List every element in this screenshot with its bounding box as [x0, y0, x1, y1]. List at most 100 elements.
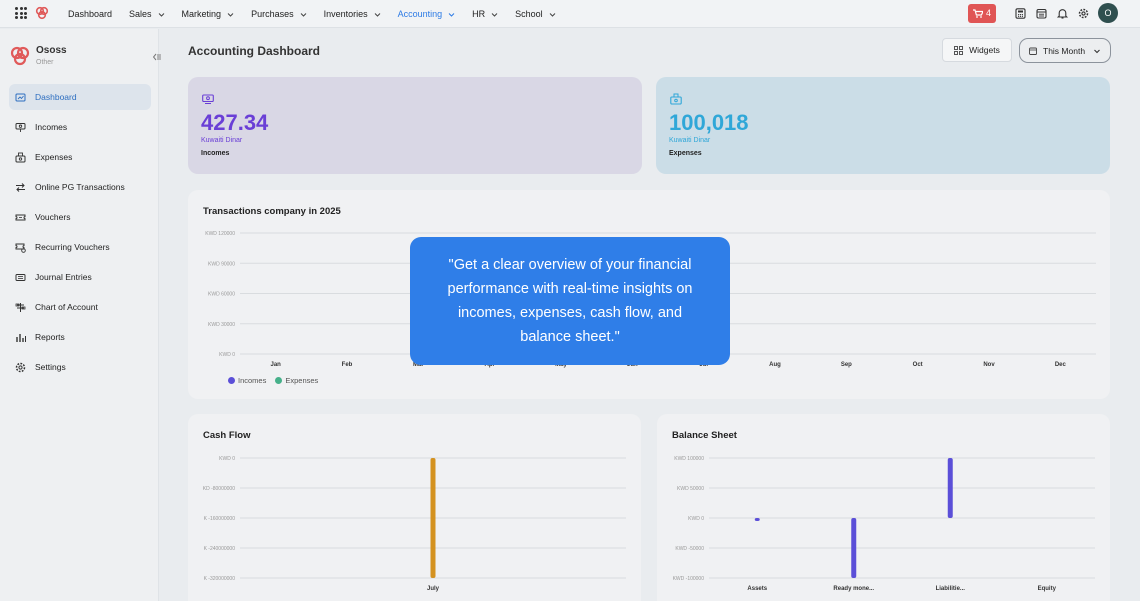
chart-of-account-icon [15, 302, 26, 312]
nav-item-label: Marketing [181, 9, 222, 19]
nav-item-label: Inventories [323, 9, 368, 19]
sidebar-item-journal-entries[interactable]: Journal Entries [9, 264, 151, 290]
expenses-icon [15, 152, 26, 162]
bar-balance-readymone [851, 518, 857, 578]
sidebar-item-reports[interactable]: Reports [9, 324, 151, 350]
sidebar-item-label: Settings [35, 362, 66, 372]
y-tick-label: KWD 90000 [208, 261, 235, 267]
sidebar-item-label: Dashboard [35, 92, 77, 102]
bell-icon[interactable] [1057, 8, 1068, 19]
sidebar-item-label: Reports [35, 332, 65, 342]
sidebar-item-label: Online PG Transactions [35, 182, 125, 192]
sidebar-item-expenses[interactable]: Expenses [9, 144, 151, 170]
y-tick-label: KWD 0 [688, 516, 704, 522]
legend-expenses[interactable]: Expenses [275, 376, 318, 385]
register-icon [670, 93, 682, 105]
sidebar-item-settings[interactable]: Settings [9, 354, 151, 380]
sidebar-item-label: Expenses [35, 152, 73, 162]
cash-flow-chart: KWD 0 KD -80000000 K -160000000 K -24000000… [203, 456, 626, 592]
legend-incomes-swatch [228, 377, 235, 384]
bar-balance-assets [754, 518, 760, 521]
nav-item-label: Dashboard [68, 9, 113, 19]
nav-item-accounting[interactable]: Accounting [398, 9, 456, 19]
y-tick-label: KWD 120000 [205, 231, 235, 237]
dashboard-icon [15, 93, 26, 101]
top-right-controls: 4 O [967, 3, 1118, 23]
legend-expenses-label: Expenses [285, 376, 319, 385]
nav-item-purchases[interactable]: Purchases [251, 9, 307, 19]
sidebar-item-vouchers[interactable]: Vouchers [9, 204, 151, 230]
expenses-card[interactable]: 100,018 Kuwaiti Dinar Expenses [656, 77, 1110, 174]
sidebar-item-chart-of-account[interactable]: Chart of Account [9, 294, 151, 320]
x-tick-label: Dec [1055, 362, 1067, 368]
money-icon [202, 94, 214, 104]
gear-icon[interactable] [1078, 8, 1089, 19]
sidebar-item-label: Incomes [35, 122, 68, 132]
nav-item-marketing[interactable]: Marketing [182, 9, 235, 19]
x-tick-label: Jan [270, 362, 281, 368]
sidebar-item-dashboard[interactable]: Dashboard [9, 84, 151, 110]
apps-grid-icon[interactable] [15, 7, 27, 19]
chevron-down-icon [491, 12, 498, 17]
x-tick-label: Liabilitie... [936, 586, 966, 592]
y-tick-label: KWD 100000 [674, 456, 704, 462]
cart-count: 4 [985, 8, 991, 18]
avatar[interactable]: O [1098, 3, 1118, 23]
sidebar-item-label: Journal Entries [35, 272, 92, 282]
top-bar: Dashboard Sales Marketing Purchases Inventor… [0, 0, 1140, 28]
sidebar-item-label: Chart of Account [35, 302, 98, 312]
x-tick-label: Equity [1038, 586, 1057, 592]
main-nav: Dashboard Sales Marketing Purchases Inventor… [68, 0, 573, 28]
chevron-down-icon [374, 12, 380, 17]
expenses-label: Expenses [669, 150, 702, 157]
reports-icon [16, 333, 26, 342]
chevron-down-icon [158, 12, 164, 17]
logo-icon[interactable] [34, 5, 50, 21]
bar-balance-liabilitie [947, 458, 953, 518]
period-select[interactable]: This Month [1019, 38, 1111, 63]
y-tick-label: K -240000000 [204, 546, 236, 552]
y-tick-label: K -160000000 [204, 516, 236, 522]
incomes-card[interactable]: 427.34 Kuwaiti Dinar Incomes [188, 77, 642, 174]
calendar-icon[interactable] [1036, 8, 1047, 19]
legend-incomes-label: Incomes [238, 376, 267, 385]
x-tick-label: Nov [983, 362, 995, 368]
y-tick-label: KWD 60000 [208, 292, 235, 298]
sidebar: Ososs Other Dashboard Incomes Expenses Onli… [0, 29, 161, 601]
x-tick-label: Aug [769, 362, 781, 368]
expenses-currency: Kuwaiti Dinar [669, 137, 711, 144]
cart-button[interactable]: 4 [967, 3, 996, 23]
x-tick-label: Feb [342, 362, 353, 368]
chevron-down-icon [448, 12, 455, 17]
widgets-button[interactable]: Widgets [942, 38, 1012, 62]
nav-item-hr[interactable]: HR [472, 9, 498, 19]
sidebar-item-recurring-vouchers[interactable]: Recurring Vouchers [9, 234, 151, 260]
y-tick-label: KWD 30000 [208, 322, 235, 328]
sidebar-item-label: Vouchers [35, 212, 71, 222]
nav-item-sales[interactable]: Sales [129, 9, 165, 19]
nav-item-school[interactable]: School [515, 9, 556, 19]
nav-item-label: Accounting [397, 9, 443, 19]
x-tick-label: Assets [747, 586, 767, 592]
sidebar-item-online-pg-transactions[interactable]: Online PG Transactions [9, 174, 151, 200]
brand-name: Ososs [36, 45, 67, 56]
nav-item-inventories[interactable]: Inventories [324, 9, 381, 19]
legend-expenses-swatch [275, 377, 283, 384]
settings-icon [15, 362, 26, 372]
y-tick-label: KWD 0 [219, 456, 235, 462]
balance-sheet-panel: Balance Sheet KWD 100000 KWD 50000 KWD 0 KW… [657, 414, 1110, 601]
nav-item-dashboard[interactable]: Dashboard [68, 9, 112, 19]
expenses-value: 100,018 [669, 110, 749, 135]
sidebar-item-label: Recurring Vouchers [35, 242, 110, 252]
y-tick-label: KWD 50000 [677, 486, 704, 492]
collapse-sidebar-icon[interactable] [153, 53, 161, 61]
calculator-icon[interactable] [1015, 7, 1026, 19]
y-tick-label: KWD -50000 [675, 546, 704, 552]
widgets-icon [954, 45, 964, 55]
sidebar-item-incomes[interactable]: Incomes [9, 114, 151, 140]
bar-cashflow-july [430, 458, 436, 578]
chevron-down-icon [549, 12, 556, 17]
legend-incomes[interactable]: Incomes [228, 376, 266, 385]
y-tick-label: KD -80000000 [203, 486, 235, 492]
chevron-down-icon [300, 12, 306, 17]
